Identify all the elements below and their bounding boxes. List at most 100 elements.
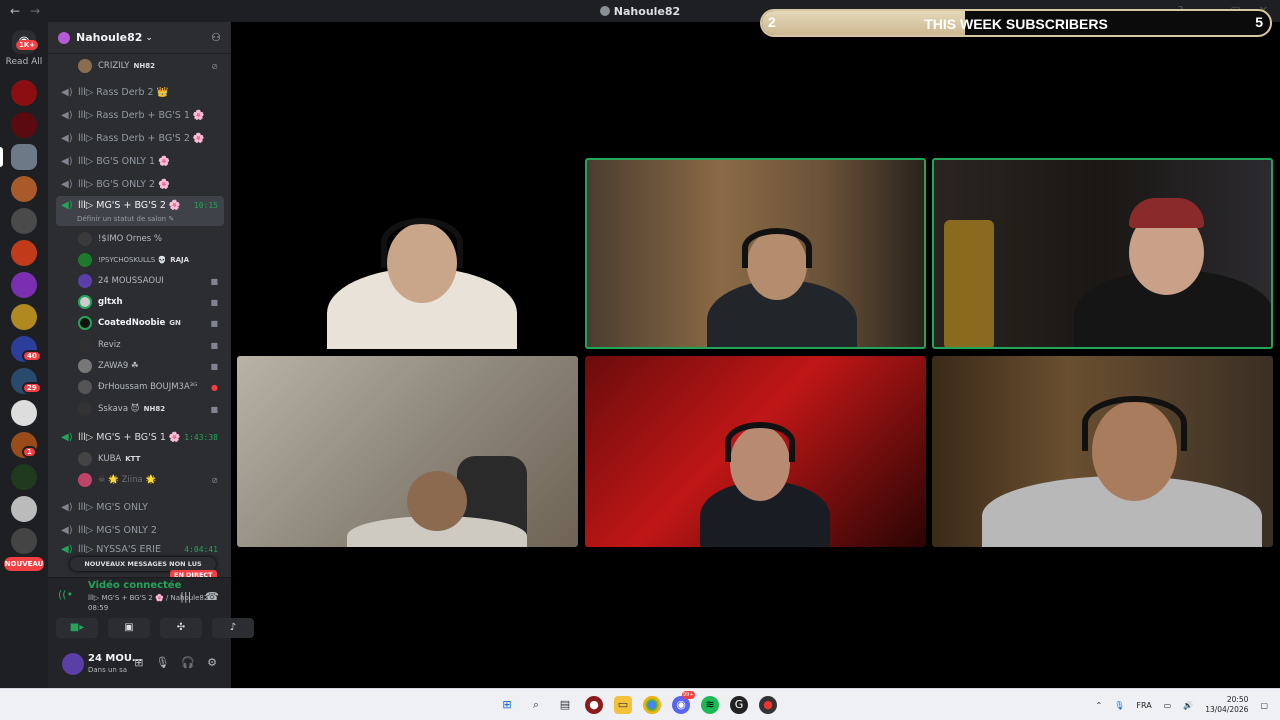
clock[interactable]: 20:50 13/04/2026 <box>1205 695 1248 715</box>
read-all-button[interactable]: Read All <box>0 57 48 67</box>
discord-icon[interactable]: ◉ 99+ <box>672 691 695 714</box>
voice-user[interactable]: KUBA KTT <box>78 449 224 469</box>
voice-channel-mgs-only-2[interactable]: ◀) lll▷ MG'S ONLY 2 <box>56 520 224 540</box>
invite-people-icon[interactable]: ⚇ <box>211 31 221 44</box>
gamepad-icon[interactable]: ⊞ <box>134 656 143 669</box>
headphones-icon[interactable]: 🎧 <box>181 656 195 669</box>
search-icon[interactable]: ⌕ <box>527 696 545 714</box>
settings-gear-icon[interactable]: ⚙ <box>207 656 217 669</box>
server-icon-14[interactable] <box>11 496 37 522</box>
headset <box>1082 396 1187 451</box>
username: ☠ 🌟 Ziina 🌟 <box>98 475 157 485</box>
camera-icon: ■ <box>210 276 218 286</box>
app-record-icon[interactable]: ● <box>759 696 777 714</box>
video-tile-6[interactable] <box>932 356 1273 547</box>
voice-channel-nyssas[interactable]: ◀) lll▷ NYSSA'S ERIE 4:04:41 <box>56 543 224 555</box>
voice-user[interactable]: ÐrHoussam BOUJM3A³ᴳ ● <box>78 377 224 397</box>
speaker-icon: ◀) <box>61 109 73 121</box>
avatar[interactable] <box>62 653 84 675</box>
video-tile-3[interactable] <box>932 158 1273 349</box>
voice-user[interactable]: CoatedNoobie GN ■ <box>78 313 224 333</box>
voice-user[interactable]: ZAWA9 ☘ ■ <box>78 356 224 376</box>
server-icon-nahoule82[interactable] <box>11 144 37 170</box>
server-icon-7[interactable] <box>11 272 37 298</box>
server-icon-5[interactable] <box>11 208 37 234</box>
voice-elapsed: 08:59 <box>88 604 109 612</box>
server-name: Nahoule82 <box>76 31 143 44</box>
speaker-icon: ◀) <box>61 178 73 190</box>
voice-user[interactable]: 24 MOUSSAOUI ■ <box>78 271 224 291</box>
server-icon-13[interactable] <box>11 464 37 490</box>
username: CoatedNoobie <box>98 318 166 328</box>
video-tile-5[interactable] <box>585 356 926 547</box>
server-icon-4[interactable] <box>11 176 37 202</box>
voice-user[interactable]: CRIZILY NH82 ⊘ <box>78 56 224 76</box>
camera-icon: ■ <box>210 404 218 414</box>
server-icon-8[interactable] <box>11 304 37 330</box>
user-controls: ⊞ 🎙 🎧 ⚙ <box>134 656 217 669</box>
channel-label: lll▷ NYSSA'S ERIE <box>78 543 161 555</box>
voice-user[interactable]: gltxh ■ <box>78 292 224 312</box>
video-tile-1[interactable] <box>237 158 578 349</box>
notifications-icon[interactable]: ▢ <box>1260 701 1268 710</box>
microphone-icon[interactable]: 🎙 <box>155 656 169 669</box>
channel-timer: 10:15 <box>193 201 218 210</box>
soundboard-button[interactable]: ♪ <box>212 618 254 638</box>
server-icon-1[interactable] <box>11 80 37 106</box>
activities-button[interactable]: ✣ <box>160 618 202 638</box>
language-indicator[interactable]: FRA <box>1136 701 1151 710</box>
voice-user[interactable]: !PSYCHOSKULLS 💀 RAJA <box>78 250 224 270</box>
voice-user[interactable]: Reviz ■ <box>78 335 224 355</box>
task-view-icon[interactable]: ▤ <box>556 696 574 714</box>
back-arrow-icon[interactable]: ← <box>10 4 20 18</box>
speaker-icon: ◀) <box>61 200 73 211</box>
channel-label: lll▷ Rass Derb 2 👑 <box>78 86 169 98</box>
video-tile-2[interactable] <box>585 158 926 349</box>
camera-toggle-button[interactable]: ■▸ <box>56 618 98 638</box>
signal-icon[interactable]: ((• <box>58 588 73 601</box>
chevron-up-icon[interactable]: ⌃ <box>1096 701 1103 710</box>
server-boost-icon <box>58 31 70 44</box>
chrome-icon[interactable] <box>643 696 661 714</box>
voice-user[interactable]: ☠ 🌟 Ziina 🌟 ⊘ <box>78 470 224 490</box>
server-icon-2[interactable] <box>11 112 37 138</box>
voice-user[interactable]: Sskava 😈 NH82 ■ <box>78 399 224 419</box>
voice-channel-rass-derb-bgs-1[interactable]: ◀) lll▷ Rass Derb + BG'S 1 🌸 <box>56 105 224 125</box>
camera-icon: ■ <box>210 318 218 328</box>
avatar <box>78 59 92 73</box>
server-icon-6[interactable] <box>11 240 37 266</box>
start-windows-icon[interactable]: ⊞ <box>498 696 516 714</box>
app-red-icon[interactable]: ● <box>585 696 603 714</box>
channel-timer: 4:04:41 <box>184 544 218 554</box>
set-channel-status[interactable]: Définir un statut de salon ✎ <box>77 215 174 223</box>
noise-suppression-icon[interactable]: ||| <box>180 590 191 603</box>
new-unread-messages-bar[interactable]: NOUVEAUX MESSAGES NON LUS <box>70 557 216 571</box>
avatar <box>78 232 92 246</box>
voice-channel-rass-derb-2[interactable]: ◀) lll▷ Rass Derb 2 👑 <box>56 82 224 102</box>
app-g-icon[interactable]: G <box>730 696 748 714</box>
server-icon-15[interactable] <box>11 528 37 554</box>
video-tile-4[interactable] <box>237 356 578 547</box>
avatar <box>78 359 92 373</box>
volume-icon[interactable]: 🔊 <box>1183 701 1193 710</box>
voice-channel-bgs-only-2[interactable]: ◀) lll▷ BG'S ONLY 2 🌸 <box>56 174 224 194</box>
network-icon[interactable]: ▭ <box>1164 701 1172 710</box>
microphone-tray-icon[interactable]: 🎙 <box>1114 701 1124 710</box>
server-header[interactable]: Nahoule82 ⌄ ⚇ <box>48 22 231 54</box>
voice-channel-bgs-only-1[interactable]: ◀) lll▷ BG'S ONLY 1 🌸 <box>56 151 224 171</box>
forward-arrow-icon[interactable]: → <box>30 4 40 18</box>
voice-status[interactable]: Vidéo connectée <box>88 580 181 591</box>
voice-channel-mgs-only[interactable]: ◀) lll▷ MG'S ONLY <box>56 497 224 517</box>
new-unreads-pill[interactable]: NOUVEAU <box>4 557 44 571</box>
subscriber-goal-bar: 2 THIS WEEK SUBSCRIBERS 5 <box>760 9 1272 37</box>
voice-channel-mgs-bgs-1[interactable]: ◀) lll▷ MG'S + BG'S 1 🌸 1:43:38 <box>56 427 224 447</box>
channel-label: lll▷ Rass Derb + BG'S 2 🌸 <box>78 132 205 144</box>
screen-share-button[interactable]: ▣ <box>108 618 150 638</box>
voice-channel-rass-derb-bgs-2[interactable]: ◀) lll▷ Rass Derb + BG'S 2 🌸 <box>56 128 224 148</box>
server-icon-11[interactable] <box>11 400 37 426</box>
disconnect-icon[interactable]: ☎ <box>205 590 219 603</box>
avatar <box>78 452 92 466</box>
voice-user[interactable]: !$IMO Ornes % <box>78 229 224 249</box>
spotify-icon[interactable]: ≋ <box>701 696 719 714</box>
file-explorer-icon[interactable]: ▭ <box>614 696 632 714</box>
